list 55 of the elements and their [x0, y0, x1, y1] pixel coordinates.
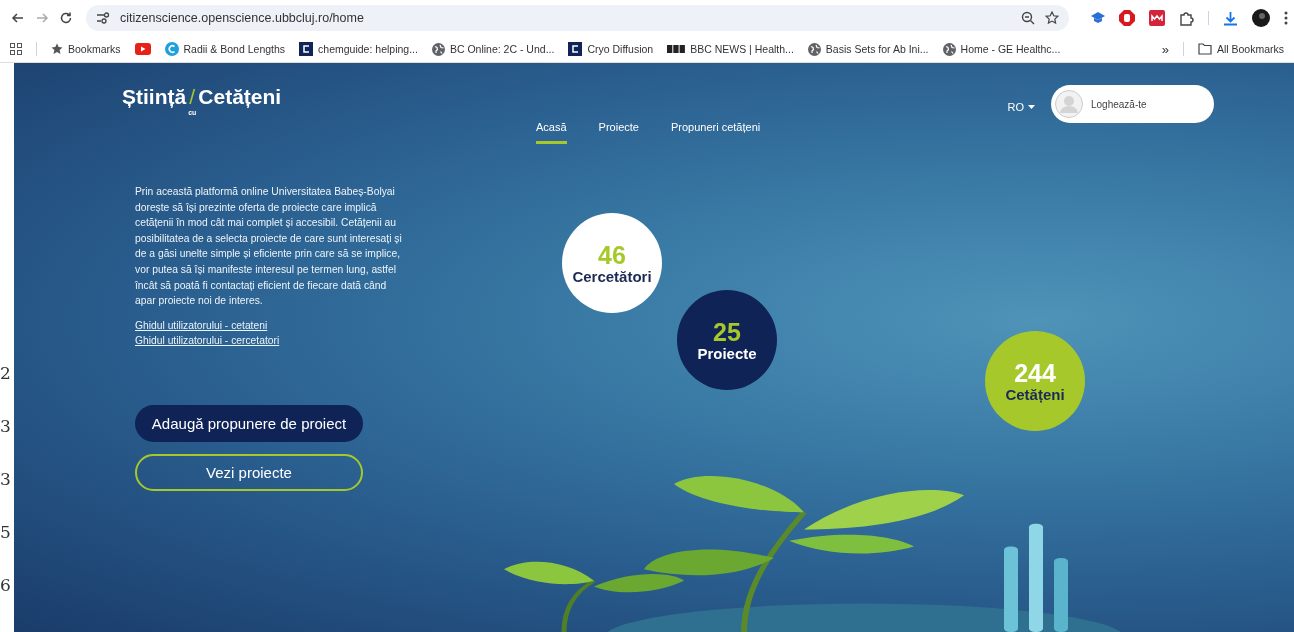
nav-tab[interactable]: Proiecte — [598, 121, 639, 144]
cut-off-number: 6 — [0, 574, 12, 597]
user-avatar-icon — [1055, 90, 1083, 118]
bookmark-item[interactable]: chemguide: helping... — [299, 42, 418, 56]
star-icon — [51, 43, 63, 55]
language-selector[interactable]: RO — [1007, 101, 1035, 113]
square-logo-icon — [568, 42, 583, 56]
cut-off-number: 3 — [0, 468, 12, 491]
add-proposal-button[interactable]: Adaugă propunere de proiect — [135, 404, 363, 442]
cut-off-number: 2 — [0, 362, 12, 385]
bookmark-item[interactable]: Home - GE Healthc... — [942, 42, 1061, 56]
zoom-icon[interactable] — [1021, 11, 1035, 25]
stat-number: 244 — [1014, 359, 1056, 386]
cap-icon[interactable] — [1091, 12, 1105, 24]
address-bar[interactable]: citizenscience.openscience.ubbcluj.ro/home — [86, 5, 1069, 31]
bookmark-item[interactable]: Cryo Diffusion — [568, 42, 654, 56]
more-bookmarks-button[interactable]: » — [1161, 41, 1169, 57]
cut-off-number: 3 — [0, 415, 12, 438]
globe-icon — [942, 42, 956, 56]
bookmark-item[interactable]: BC Online: 2C - Und... — [431, 42, 555, 56]
all-bookmarks-item[interactable]: All Bookmarks — [1197, 43, 1284, 55]
folder-icon — [1197, 43, 1212, 55]
user-guide-link[interactable]: Ghidul utilizatorului - cetateni — [135, 317, 407, 334]
reload-icon[interactable] — [58, 10, 74, 26]
apps-grid-icon[interactable] — [10, 43, 22, 55]
bookmark-item[interactable]: Radii & Bond Lengths — [164, 42, 286, 56]
bookmark-item[interactable]: Basis Sets for Ab Ini... — [807, 42, 929, 56]
download-icon[interactable] — [1223, 10, 1238, 26]
view-projects-button[interactable]: Vezi proiecte — [135, 453, 363, 491]
globe-icon — [431, 42, 445, 56]
stat-label: Cetățeni — [1005, 385, 1065, 403]
bookmark-item[interactable]: Bookmarks — [51, 43, 121, 55]
login-button[interactable]: Loghează-te — [1051, 85, 1214, 123]
stat-number: 25 — [713, 318, 741, 345]
bookmark-item[interactable]: BBC NEWS | Health... — [667, 43, 794, 55]
puzzle-icon[interactable] — [1179, 10, 1194, 26]
blocks-logo-icon — [667, 45, 686, 53]
nav-tab[interactable]: Propuneri cetățeni — [670, 121, 761, 144]
circle-logo-icon — [164, 42, 179, 56]
square-logo-icon — [299, 42, 314, 56]
stat-label: Proiecte — [697, 344, 757, 362]
cut-off-number: 5 — [0, 521, 12, 544]
intro-paragraph: Prin această platformă online Universitatea Babeș-Bolyai dorește să își prezinte oferta de proiecte care implică cetățenii în mod cât mai complet și accesibil. Cetățenii au posibilitatea de a selecta proiecte de care sunt interesați și de a găsi unelte simple și eficiente prin care să se implice, vor putea să își manifeste interesul pe termen lung, astfel încât să poată fi contactați eficient de fiecare dată când apar proiecte noi de interes. — [135, 185, 403, 309]
site-settings-icon[interactable] — [96, 12, 110, 24]
user-guide-link[interactable]: Ghidul utilizatorului - cercetatori — [135, 333, 407, 349]
bookmark-star-icon[interactable] — [1045, 11, 1059, 25]
caret-icon — [1028, 105, 1035, 109]
stat-label: Cercetători — [572, 267, 652, 285]
nav-tab[interactable]: Acasă — [536, 121, 567, 144]
m-logo-icon[interactable] — [1149, 10, 1165, 26]
menu-icon[interactable] — [1284, 11, 1288, 25]
video-icon — [134, 43, 151, 55]
globe-icon — [807, 42, 821, 56]
stat-number: 46 — [598, 241, 626, 268]
avatar-icon[interactable] — [1252, 9, 1270, 27]
